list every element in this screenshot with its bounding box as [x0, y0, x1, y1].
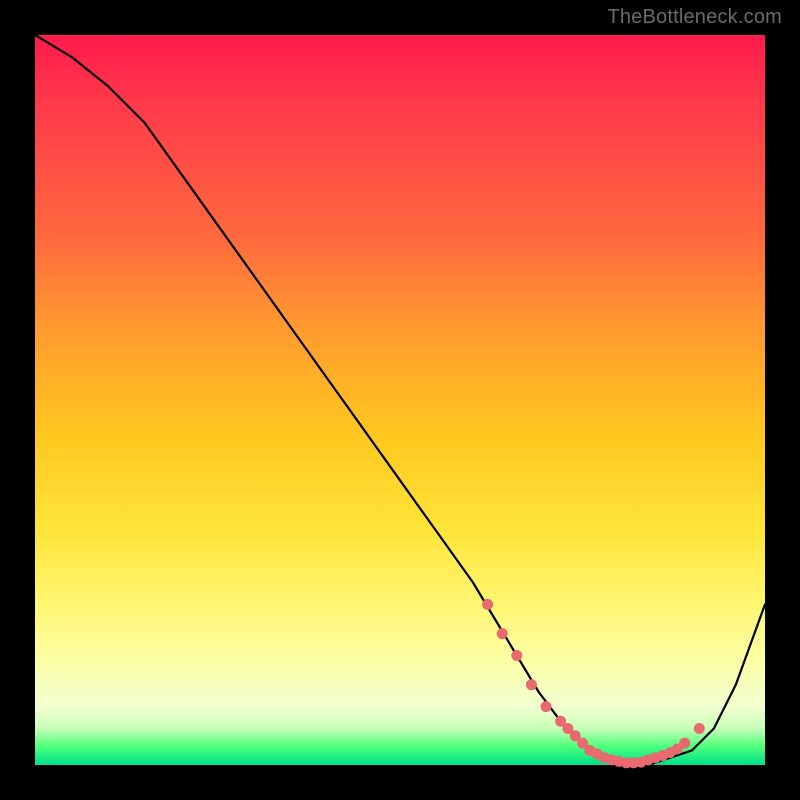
chart-frame: TheBottleneck.com — [0, 0, 800, 800]
curve-layer — [35, 35, 765, 765]
marker-dot — [497, 628, 508, 639]
marker-dot — [694, 723, 705, 734]
watermark-label: TheBottleneck.com — [607, 6, 782, 29]
marker-dot — [679, 738, 690, 749]
marker-dot — [511, 650, 522, 661]
marker-dot — [526, 679, 537, 690]
marker-dot — [541, 701, 552, 712]
plot-area — [35, 35, 765, 765]
marker-dot — [482, 599, 493, 610]
bottleneck-curve — [35, 35, 765, 765]
marker-group — [482, 599, 705, 768]
